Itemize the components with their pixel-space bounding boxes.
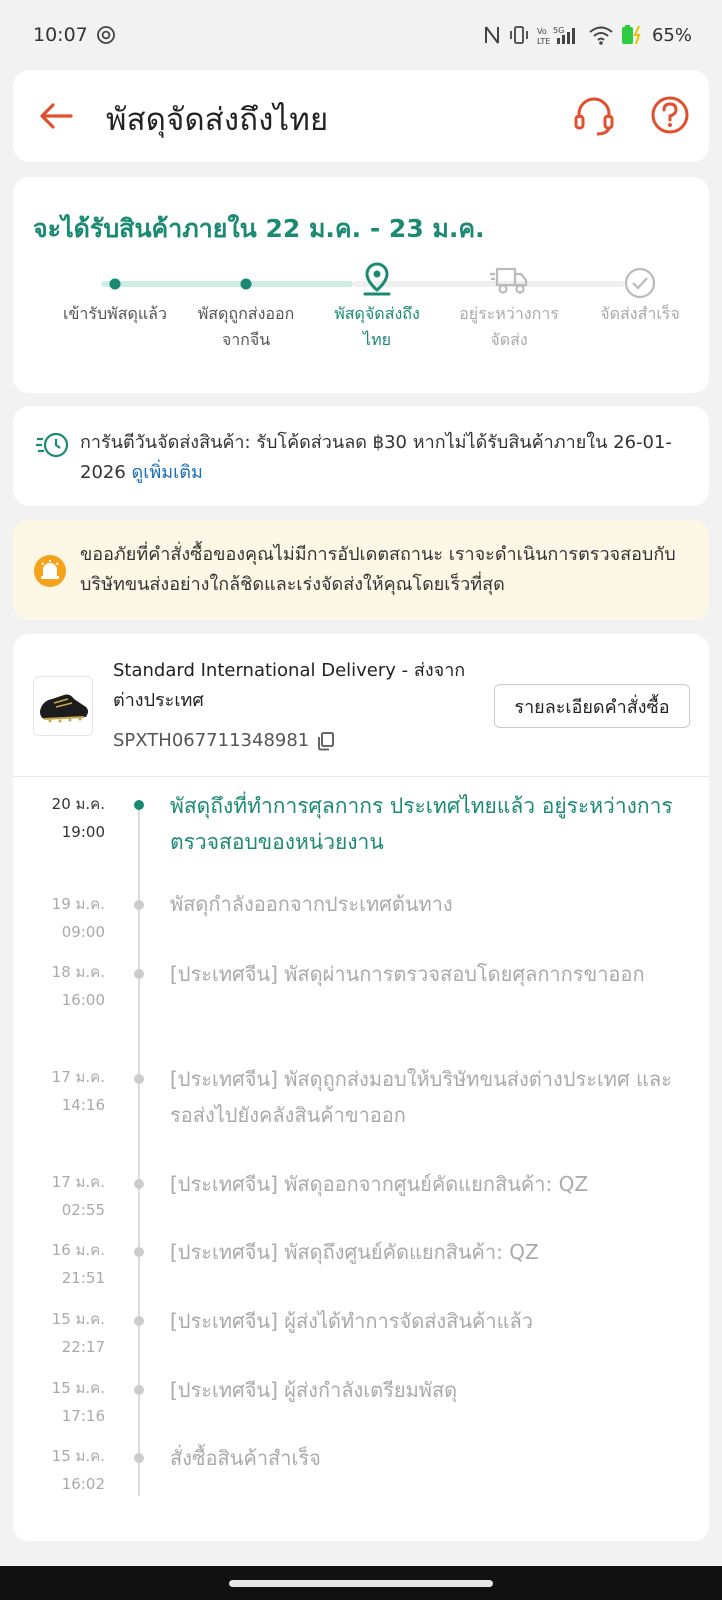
event-date: 18 ม.ค. bbox=[51, 963, 105, 981]
step-label: จัดส่งสำเร็จ bbox=[600, 304, 680, 323]
delivery-estimate: จะได้รับสินค้าภายใน 22 ม.ค. - 23 ม.ค. bbox=[33, 214, 485, 243]
headset-icon[interactable] bbox=[571, 92, 617, 138]
event-date: 19 ม.ค. bbox=[51, 895, 105, 913]
step-label: จัดส่ง bbox=[490, 330, 528, 349]
notice-text: ขออภัยที่คำสั่งซื้อของคุณไม่มีการอัปเดตส… bbox=[80, 544, 676, 595]
event-date: 15 ม.ค. bbox=[51, 1379, 105, 1397]
order-details-button[interactable]: รายละเอียดคำสั่งซื้อ bbox=[494, 684, 690, 728]
see-more-link[interactable]: ดูเพิ่มเติม bbox=[132, 462, 203, 483]
event-text: [ประเทศจีน] พัสดุถูกส่งมอบให้บริษัทขนส่ง… bbox=[170, 1067, 672, 1127]
event-text: [ประเทศจีน] พัสดุผ่านการตรวจสอบโดยศุลกาก… bbox=[170, 962, 645, 986]
vibrate-icon bbox=[510, 26, 528, 44]
timeline-dot bbox=[134, 1247, 144, 1257]
event-time: 09:00 bbox=[61, 923, 105, 941]
step-dot-icon bbox=[240, 278, 252, 290]
location-pin-icon bbox=[363, 262, 391, 296]
step-label: จากจีน bbox=[221, 330, 271, 349]
fast-clock-icon bbox=[36, 432, 69, 458]
tracking-number: SPXTH067711348981 bbox=[113, 730, 310, 751]
timeline-dot bbox=[134, 800, 144, 810]
wifi-icon bbox=[589, 26, 613, 45]
event-text: [ประเทศจีน] พัสดุถึงศูนย์คัดแยกสินค้า: Q… bbox=[170, 1240, 539, 1264]
event-date: 15 ม.ค. bbox=[51, 1310, 105, 1328]
delivery-guarantee-card: การันตีวันจัดส่งสินค้า: รับโค้ดส่วนลด ฿3… bbox=[13, 406, 709, 506]
step-label: พัสดุจัดส่งถึง bbox=[334, 304, 420, 323]
system-nav-bar bbox=[0, 1566, 722, 1600]
step-dot-icon bbox=[109, 278, 121, 290]
svg-text:Vo: Vo bbox=[537, 27, 547, 36]
step-label: ไทย bbox=[363, 330, 391, 349]
event-date: 15 ม.ค. bbox=[51, 1447, 105, 1465]
nfc-icon bbox=[484, 26, 499, 44]
event-date: 20 ม.ค. bbox=[51, 795, 105, 813]
status-time: 10:07 bbox=[33, 24, 88, 46]
delivery-progress-card: จะได้รับสินค้าภายใน 22 ม.ค. - 23 ม.ค. เข… bbox=[13, 177, 709, 393]
shipment-card: Standard International Delivery - ส่งจาก… bbox=[13, 634, 709, 1541]
step-label: พัสดุถูกส่งออก bbox=[197, 304, 295, 323]
divider bbox=[13, 776, 709, 777]
event-time: 16:00 bbox=[61, 991, 105, 1009]
check-circle-icon bbox=[624, 267, 656, 299]
event-date: 16 ม.ค. bbox=[51, 1241, 105, 1259]
timeline-dot bbox=[134, 900, 144, 910]
event-time: 19:00 bbox=[61, 823, 105, 841]
timeline-dot bbox=[134, 1316, 144, 1326]
alarm-bell-icon bbox=[34, 555, 66, 587]
carrier-name: Standard International Delivery - ส่งจาก… bbox=[113, 660, 466, 711]
status-bar: 10:07 Vo LTE 5G 65% bbox=[0, 0, 722, 70]
step-label: อยู่ระหว่างการ bbox=[459, 304, 559, 323]
product-thumbnail[interactable] bbox=[33, 676, 93, 736]
timeline-dot bbox=[134, 1074, 144, 1084]
back-arrow-icon[interactable] bbox=[35, 94, 79, 138]
event-time: 16:02 bbox=[61, 1475, 105, 1493]
network-label: 5G bbox=[553, 26, 564, 35]
event-time: 14:16 bbox=[61, 1096, 105, 1114]
event-time: 21:51 bbox=[61, 1269, 105, 1287]
timeline-dot bbox=[134, 1453, 144, 1463]
volte-5g-icon: Vo LTE 5G bbox=[537, 26, 575, 46]
progress-tracker: เข้ารับพัสดุแล้ว พัสดุถูกส่งออกจากจีน พั… bbox=[13, 257, 709, 367]
event-text: สั่งซื้อสินค้าสำเร็จ bbox=[170, 1446, 321, 1470]
home-gesture-handle[interactable] bbox=[229, 1580, 493, 1587]
at-sign-icon bbox=[96, 26, 115, 44]
page-title: พัสดุจัดส่งถึงไทย bbox=[106, 102, 329, 138]
timeline-dot bbox=[134, 969, 144, 979]
progress-line-done bbox=[101, 281, 353, 287]
svg-text:LTE: LTE bbox=[537, 37, 550, 46]
timeline-dot bbox=[134, 1179, 144, 1189]
event-text: [ประเทศจีน] พัสดุออกจากศูนย์คัดแยกสินค้า… bbox=[170, 1172, 589, 1196]
event-date: 17 ม.ค. bbox=[51, 1173, 105, 1191]
battery-percent: 65% bbox=[651, 24, 692, 46]
event-text: [ประเทศจีน] ผู้ส่งได้ทำการจัดส่งสินค้าแล… bbox=[170, 1309, 534, 1333]
event-time: 17:16 bbox=[61, 1407, 105, 1425]
football-boot-image bbox=[40, 694, 88, 723]
status-notice-card: ขออภัยที่คำสั่งซื้อของคุณไม่มีการอัปเดตส… bbox=[13, 520, 709, 620]
event-time: 22:17 bbox=[61, 1338, 105, 1356]
tracking-row: SPXTH067711348981 bbox=[113, 730, 335, 751]
battery-icon bbox=[621, 25, 641, 45]
step-label: เข้ารับพัสดุแล้ว bbox=[63, 304, 167, 323]
copy-icon[interactable] bbox=[317, 731, 335, 751]
timeline-dot bbox=[134, 1385, 144, 1395]
event-date: 17 ม.ค. bbox=[51, 1068, 105, 1086]
header-card: พัสดุจัดส่งถึงไทย bbox=[13, 70, 709, 162]
event-text: พัสดุกำลังออกจากประเทศต้นทาง bbox=[170, 892, 453, 916]
help-question-icon[interactable] bbox=[649, 94, 691, 136]
delivery-truck-icon bbox=[490, 267, 528, 294]
event-time: 02:55 bbox=[61, 1201, 105, 1219]
event-text: [ประเทศจีน] ผู้ส่งกำลังเตรียมพัสดุ bbox=[170, 1378, 458, 1402]
event-text: พัสดุถึงที่ทำการศุลกากร ประเทศไทยแล้ว อย… bbox=[170, 794, 673, 854]
